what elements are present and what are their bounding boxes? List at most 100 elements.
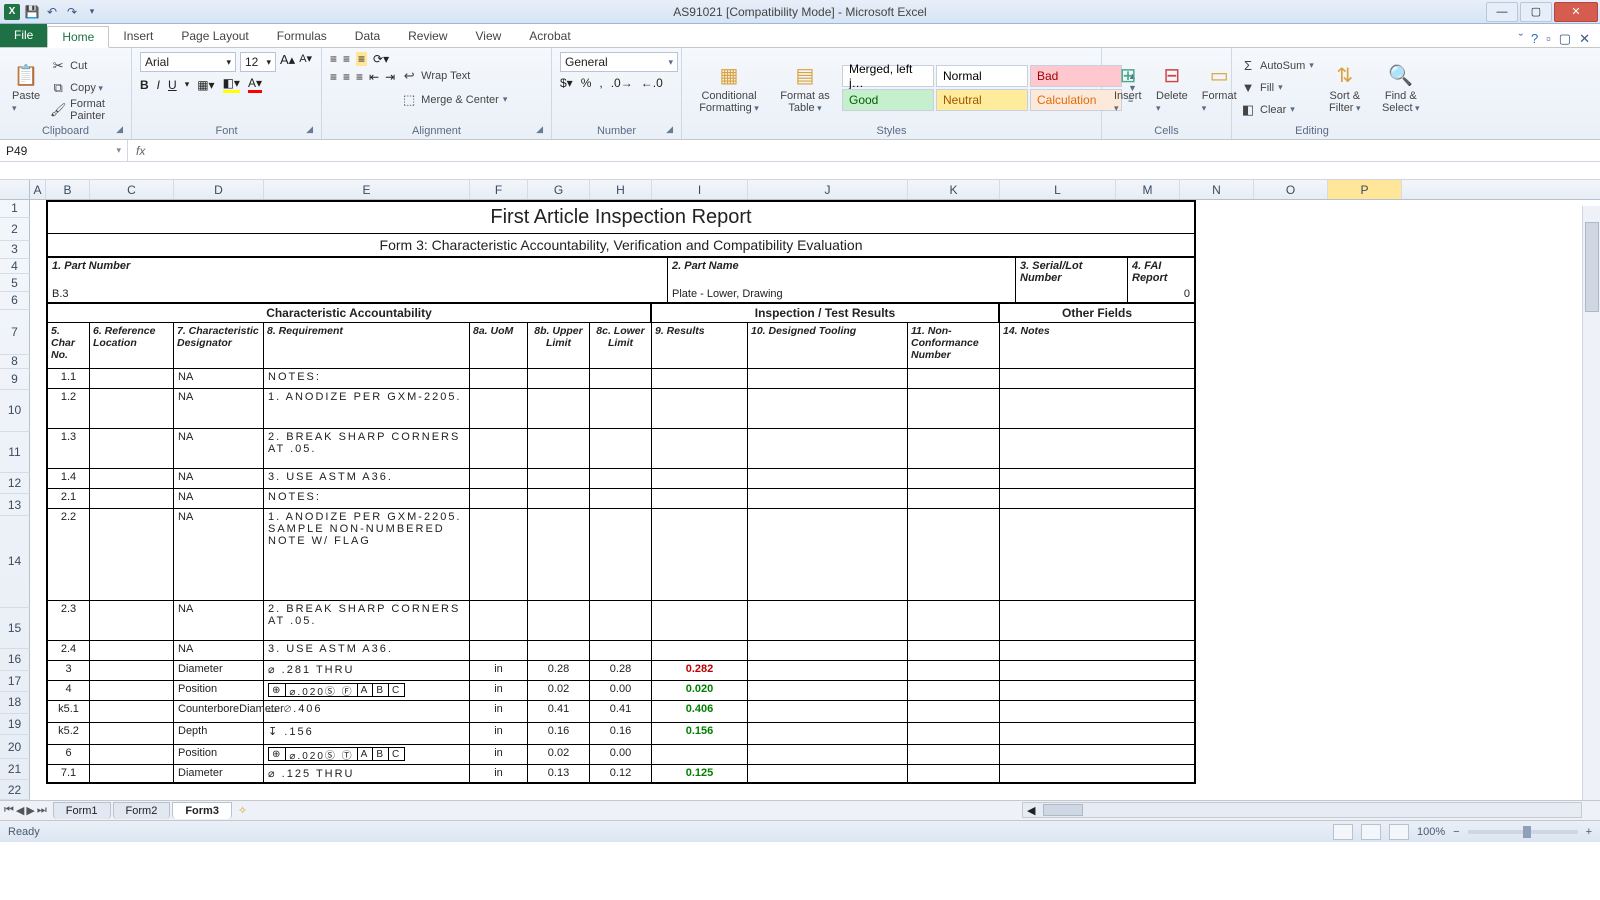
- name-box[interactable]: P49▾: [0, 140, 128, 162]
- font-color-button[interactable]: A▾: [248, 76, 262, 93]
- row-header[interactable]: 22: [0, 780, 30, 800]
- column-header[interactable]: M: [1116, 180, 1180, 199]
- row-header[interactable]: 3: [0, 241, 30, 259]
- increase-indent-icon[interactable]: ⇥: [385, 70, 395, 84]
- align-top-icon[interactable]: ≡: [330, 52, 337, 66]
- format-as-table-button[interactable]: ▤Format as Table: [774, 52, 836, 123]
- sheet-tab-form3[interactable]: Form3: [172, 802, 232, 819]
- column-header[interactable]: C: [90, 180, 174, 199]
- column-header[interactable]: K: [908, 180, 1000, 199]
- tab-formulas[interactable]: Formulas: [263, 25, 341, 47]
- wrap-text-button[interactable]: ↩Wrap Text: [401, 66, 507, 86]
- column-header[interactable]: L: [1000, 180, 1116, 199]
- decrease-decimal-icon[interactable]: ←.0: [641, 76, 663, 90]
- column-header[interactable]: A: [30, 180, 46, 199]
- underline-button[interactable]: U: [168, 78, 177, 92]
- increase-decimal-icon[interactable]: .0→: [611, 76, 633, 90]
- window-close-icon[interactable]: ✕: [1579, 31, 1590, 47]
- row-header[interactable]: 9: [0, 369, 30, 391]
- zoom-in-button[interactable]: +: [1586, 826, 1592, 838]
- normal-view-button[interactable]: [1333, 824, 1353, 840]
- row-header[interactable]: 6: [0, 292, 30, 310]
- percent-icon[interactable]: %: [581, 76, 592, 90]
- sheet-tab-form1[interactable]: Form1: [53, 802, 111, 819]
- column-header[interactable]: P: [1328, 180, 1402, 199]
- fx-icon[interactable]: fx: [136, 144, 145, 158]
- cell-style[interactable]: Merged, left j…: [842, 65, 934, 87]
- italic-button[interactable]: I: [157, 78, 160, 92]
- grow-font-icon[interactable]: A▴: [280, 52, 295, 72]
- currency-icon[interactable]: $▾: [560, 76, 573, 90]
- column-header[interactable]: F: [470, 180, 528, 199]
- row-header[interactable]: 18: [0, 692, 30, 714]
- align-center-icon[interactable]: ≡: [343, 70, 350, 84]
- tab-acrobat[interactable]: Acrobat: [515, 25, 584, 47]
- sheet-nav-next-icon[interactable]: ▶: [26, 804, 34, 817]
- row-header[interactable]: 7: [0, 310, 30, 355]
- row-header[interactable]: 19: [0, 714, 30, 736]
- tab-data[interactable]: Data: [341, 25, 394, 47]
- cell-style[interactable]: Normal: [936, 65, 1028, 87]
- bold-button[interactable]: B: [140, 78, 149, 92]
- border-button[interactable]: ▦▾: [197, 78, 214, 92]
- row-header[interactable]: 1: [0, 200, 30, 218]
- zoom-slider[interactable]: [1468, 830, 1578, 834]
- sheet-nav-last-icon[interactable]: ⏭: [37, 804, 47, 817]
- number-format-select[interactable]: General: [560, 52, 678, 72]
- tab-home[interactable]: Home: [47, 26, 109, 48]
- column-header[interactable]: H: [590, 180, 652, 199]
- copy-button[interactable]: ⧉Copy: [50, 78, 123, 98]
- tab-view[interactable]: View: [462, 25, 516, 47]
- horizontal-scrollbar[interactable]: ◀: [1022, 802, 1582, 818]
- clear-button[interactable]: ◧Clear: [1240, 100, 1314, 120]
- column-header[interactable]: G: [528, 180, 590, 199]
- sheet-nav-first-icon[interactable]: ⏮: [4, 804, 14, 817]
- fill-button[interactable]: ▼Fill: [1240, 78, 1314, 98]
- cell-style[interactable]: Good: [842, 89, 934, 111]
- worksheet-area[interactable]: First Article Inspection Report Form 3: …: [30, 200, 1600, 800]
- minimize-ribbon-icon[interactable]: ˇ: [1519, 31, 1523, 47]
- cut-button[interactable]: ✂Cut: [50, 56, 123, 76]
- row-header[interactable]: 14: [0, 516, 30, 608]
- row-header[interactable]: 8: [0, 355, 30, 369]
- new-sheet-icon[interactable]: ✧: [238, 804, 247, 817]
- column-header[interactable]: D: [174, 180, 264, 199]
- sheet-tab-form2[interactable]: Form2: [113, 802, 171, 819]
- sort-filter-button[interactable]: ⇅Sort & Filter: [1320, 52, 1370, 123]
- align-right-icon[interactable]: ≡: [356, 70, 363, 84]
- align-left-icon[interactable]: ≡: [330, 70, 337, 84]
- column-header[interactable]: N: [1180, 180, 1254, 199]
- conditional-formatting-button[interactable]: ▦Conditional Formatting: [690, 52, 768, 123]
- font-name-select[interactable]: Arial▾: [140, 52, 236, 72]
- align-middle-icon[interactable]: ≡: [343, 52, 350, 66]
- autosum-button[interactable]: ΣAutoSum: [1240, 56, 1314, 76]
- tab-page-layout[interactable]: Page Layout: [167, 25, 262, 47]
- row-header[interactable]: 16: [0, 649, 30, 671]
- column-header[interactable]: I: [652, 180, 748, 199]
- sheet-nav-prev-icon[interactable]: ◀: [16, 804, 24, 817]
- tab-review[interactable]: Review: [394, 25, 461, 47]
- row-header[interactable]: 21: [0, 759, 30, 781]
- row-header[interactable]: 2: [0, 218, 30, 242]
- column-header[interactable]: E: [264, 180, 470, 199]
- window-restore-icon[interactable]: ▫: [1546, 31, 1551, 47]
- font-size-select[interactable]: 12▾: [240, 52, 276, 72]
- comma-icon[interactable]: ,: [599, 76, 602, 90]
- decrease-indent-icon[interactable]: ⇤: [369, 70, 379, 84]
- file-tab[interactable]: File: [0, 23, 47, 47]
- select-all-button[interactable]: [0, 180, 30, 199]
- merge-center-button[interactable]: ⬚Merge & Center: [401, 90, 507, 110]
- page-break-view-button[interactable]: [1389, 824, 1409, 840]
- row-header[interactable]: 12: [0, 473, 30, 495]
- row-header[interactable]: 17: [0, 671, 30, 693]
- fill-color-button[interactable]: ◧▾: [223, 76, 240, 93]
- row-header[interactable]: 13: [0, 494, 30, 516]
- align-bottom-icon[interactable]: ≡: [356, 52, 367, 66]
- tab-insert[interactable]: Insert: [109, 25, 167, 47]
- row-header[interactable]: 4: [0, 259, 30, 275]
- insert-cells-button[interactable]: ⊞Insert: [1110, 52, 1146, 123]
- column-header[interactable]: J: [748, 180, 908, 199]
- shrink-font-icon[interactable]: A▾: [299, 52, 312, 72]
- orientation-icon[interactable]: ⟳▾: [373, 52, 389, 66]
- page-layout-view-button[interactable]: [1361, 824, 1381, 840]
